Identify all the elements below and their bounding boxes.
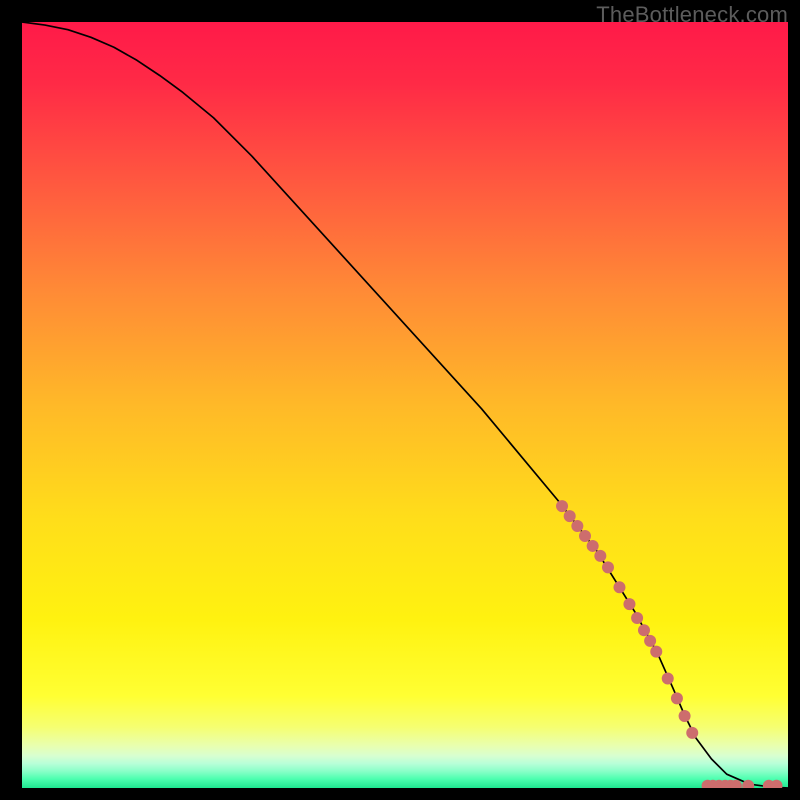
sample-point [579,530,591,542]
gradient-background [22,22,788,788]
sample-point [662,672,674,684]
sample-point [631,612,643,624]
sample-point [671,692,683,704]
sample-point [644,635,656,647]
sample-point [602,561,614,573]
watermark-label: TheBottleneck.com [596,2,788,28]
sample-point [679,710,691,722]
sample-point [686,727,698,739]
sample-point [638,624,650,636]
sample-point [623,598,635,610]
sample-point [594,550,606,562]
sample-point [587,540,599,552]
chart-frame [22,22,788,788]
sample-point [571,520,583,532]
sample-point [650,646,662,658]
sample-point [556,500,568,512]
sample-point [564,510,576,522]
sample-point [613,581,625,593]
chart-svg [22,22,788,788]
